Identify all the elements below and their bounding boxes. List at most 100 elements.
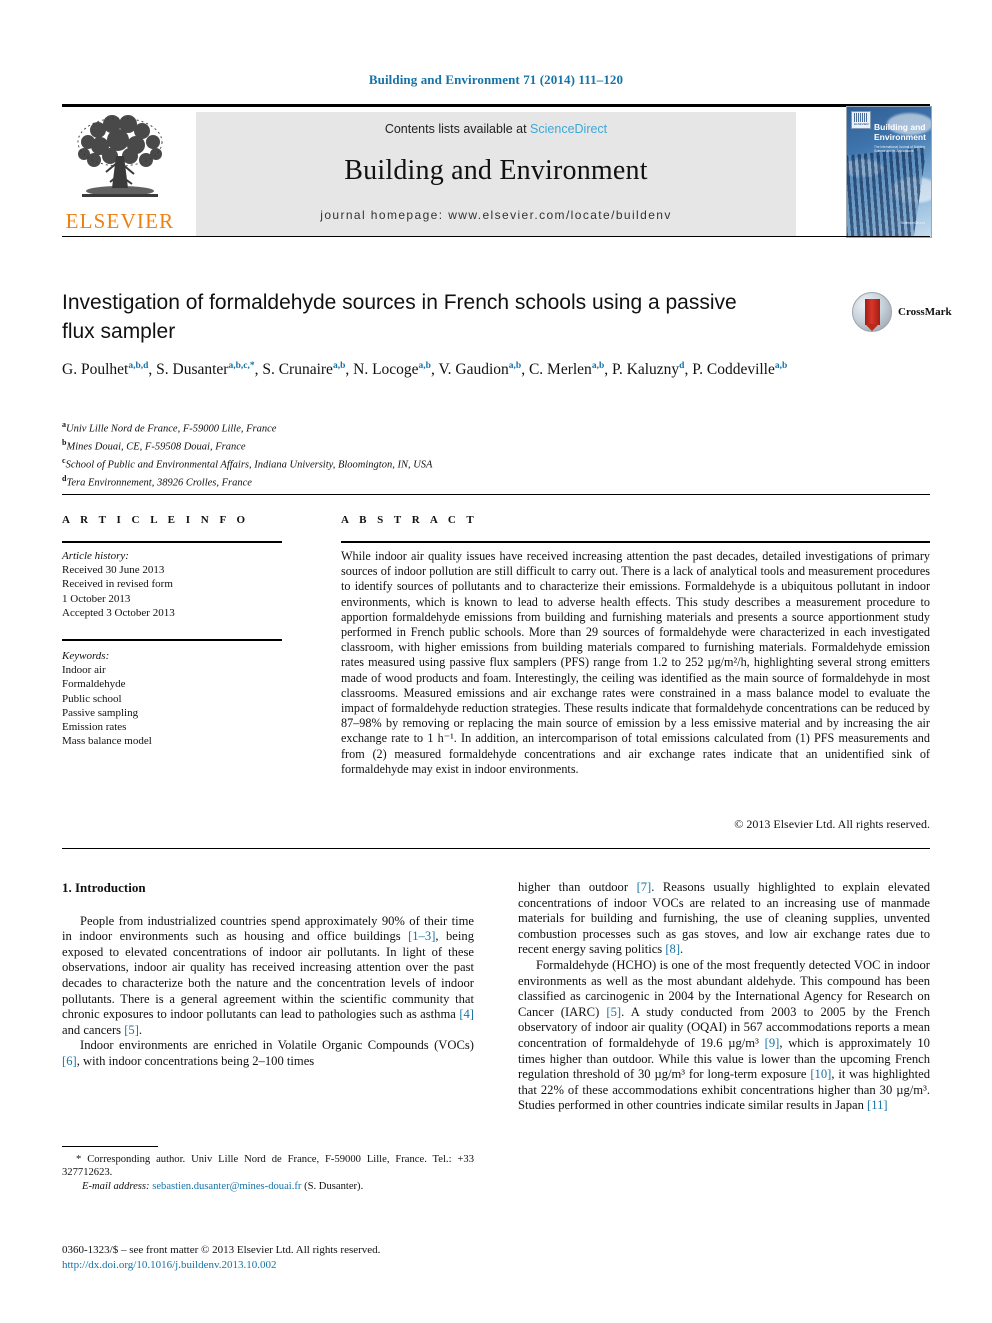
citation-reference[interactable]: [10] <box>810 1067 831 1081</box>
corresponding-author-note: * Corresponding author. Univ Lille Nord … <box>62 1154 474 1179</box>
article-info-heading: A R T I C L E I N F O <box>62 514 250 526</box>
email-owner: (S. Dusanter). <box>304 1180 364 1192</box>
author-entry: S. Dusantera,b,c,*, <box>156 361 262 378</box>
author-affil-marker: a,b <box>508 361 522 371</box>
author-name: S. Crunaire <box>262 361 333 379</box>
footnote-separator <box>62 1146 158 1147</box>
author-affil-marker: a,b,d <box>128 361 149 371</box>
author-entry: V. Gaudiona,b, <box>438 361 529 378</box>
footnote-block: * Corresponding author. Univ Lille Nord … <box>62 1153 474 1193</box>
journal-cover-thumbnail[interactable]: ELSEVIER Building and Environment The In… <box>846 106 932 238</box>
affiliation-text: Tera Environnement, 38926 Crolles, Franc… <box>66 477 252 489</box>
author-name: C. Merlen <box>528 361 592 379</box>
author-name: N. Locoge <box>353 361 419 379</box>
abstract-copyright: © 2013 Elsevier Ltd. All rights reserved… <box>734 817 930 831</box>
email-note: E-mail address: sebastien.dusanter@mines… <box>62 1180 474 1193</box>
title-separator-rule <box>62 236 930 237</box>
email-link[interactable]: sebastien.dusanter@mines-douai.fr <box>152 1181 301 1192</box>
affiliation-item: dTera Environnement, 38926 Crolles, Fran… <box>62 472 762 490</box>
citation-reference[interactable]: [5] <box>124 1023 139 1037</box>
journal-homepage-link[interactable]: journal homepage: www.elsevier.com/locat… <box>196 208 796 222</box>
elsevier-wordmark: ELSEVIER <box>65 209 175 233</box>
author-affil-marker: a,b <box>591 361 605 371</box>
crossmark-icon <box>852 292 892 332</box>
keyword-item: Indoor air <box>62 664 106 677</box>
elsevier-tree-icon <box>77 115 163 197</box>
keyword-item: Emission rates <box>62 721 127 734</box>
affiliation-item: aUniv Lille Nord de France, F-59000 Lill… <box>62 418 762 436</box>
affiliation-text: Mines Douai, CE, F-59508 Douai, France <box>66 441 246 453</box>
masthead-banner: Contents lists available at ScienceDirec… <box>196 112 796 236</box>
journal-title: Building and Environment <box>344 155 648 186</box>
citation-reference[interactable]: [5] <box>606 1005 621 1019</box>
keywords-block: Keywords: Indoor air Formaldehyde Public… <box>62 649 282 748</box>
author-name: G. Poulhet <box>62 361 129 379</box>
crossmark-bookmark-shape <box>865 299 880 331</box>
body-column-left: 1. Introduction People from industrializ… <box>62 880 474 1070</box>
citation-reference[interactable]: [7] <box>637 880 652 894</box>
masthead-top-rule <box>62 104 930 107</box>
citation-reference[interactable]: [4] <box>459 1007 474 1021</box>
author-entry: G. Poulheta,b,d, <box>62 361 156 378</box>
body-paragraph: higher than outdoor [7]. Reasons usually… <box>518 880 930 957</box>
abstract-text: While indoor air quality issues have rec… <box>341 549 930 776</box>
article-history-item: Received in revised form <box>62 578 173 591</box>
doi-link[interactable]: http://dx.doi.org/10.1016/j.buildenv.201… <box>62 1258 474 1273</box>
author-name: P. Kaluzny <box>611 361 680 379</box>
paper-page: Building and Environment 71 (2014) 111–1… <box>0 0 992 1323</box>
author-entry: C. Merlena,b, <box>529 361 612 378</box>
keyword-item: Passive sampling <box>62 706 139 719</box>
author-name: S. Dusanter <box>156 361 229 379</box>
cover-corner-mark: ScienceDirect <box>900 220 925 225</box>
keywords-rule <box>62 639 282 641</box>
info-top-rule <box>62 494 930 495</box>
contents-prefix: Contents lists available at <box>384 122 531 136</box>
article-history-item: Accepted 3 October 2013 <box>62 606 175 619</box>
abstract-bottom-rule <box>62 848 930 849</box>
author-affil-marker: a,b,c,* <box>228 361 255 371</box>
body-paragraph: Formaldehyde (HCHO) is one of the most f… <box>518 957 930 1113</box>
section-heading-introduction: 1. Introduction <box>62 880 146 895</box>
keyword-item: Formaldehyde <box>62 678 126 691</box>
article-history-block: Article history: Received 30 June 2013 R… <box>62 549 282 620</box>
author-entry: P. Coddevillea,b <box>692 361 787 378</box>
author-entry: S. Crunairea,b, <box>262 361 353 378</box>
author-separator: , <box>604 361 612 379</box>
affiliation-text: Univ Lille Nord de France, F-59000 Lille… <box>66 423 277 435</box>
body-column-right: higher than outdoor [7]. Reasons usually… <box>518 880 930 1114</box>
crossmark-badge[interactable]: CrossMark <box>852 292 952 334</box>
author-separator: , <box>521 361 529 379</box>
keyword-item: Public school <box>62 692 122 705</box>
affiliation-item: bMines Douai, CE, F-59508 Douai, France <box>62 436 762 454</box>
citation-reference[interactable]: [1–3] <box>408 929 435 943</box>
citation-reference[interactable]: [8] <box>665 942 680 956</box>
author-affil-marker: a,b <box>774 361 788 371</box>
author-affil-marker: a,b <box>418 361 431 371</box>
author-affil-marker: a,b <box>332 361 346 371</box>
article-info-rule <box>62 541 282 543</box>
imprint-block: 0360-1323/$ – see front matter © 2013 El… <box>62 1243 474 1272</box>
affiliation-list: aUniv Lille Nord de France, F-59000 Lill… <box>62 418 762 490</box>
affiliation-item: cSchool of Public and Environmental Affa… <box>62 454 762 472</box>
citation-reference[interactable]: [6] <box>62 1054 77 1068</box>
sciencedirect-link[interactable]: ScienceDirect <box>530 122 607 136</box>
cover-subtitle: The International Journal of Building Sc… <box>874 145 926 154</box>
contents-available-line: Contents lists available at ScienceDirec… <box>196 122 796 136</box>
citation-reference[interactable]: [11] <box>867 1098 888 1112</box>
body-paragraph: People from industrialized countries spe… <box>62 913 474 1037</box>
author-name: V. Gaudion <box>438 361 509 379</box>
author-entry: N. Locogea,b, <box>353 361 438 378</box>
affiliation-text: School of Public and Environmental Affai… <box>65 459 433 471</box>
crossmark-label: CrossMark <box>898 306 952 318</box>
article-history-item: Received 30 June 2013 <box>62 564 165 577</box>
author-separator: , <box>345 361 354 379</box>
article-history-item: 1 October 2013 <box>62 592 131 605</box>
cover-publisher-badge: ELSEVIER <box>851 111 871 129</box>
abstract-rule <box>341 541 930 543</box>
elsevier-logo: ELSEVIER <box>62 110 178 236</box>
email-label: E-mail address: <box>82 1180 150 1192</box>
cover-badge-lines <box>854 113 868 122</box>
abstract-heading: A B S T R A C T <box>341 514 478 526</box>
citation-reference[interactable]: [9] <box>765 1036 780 1050</box>
keywords-label: Keywords: <box>62 650 110 662</box>
